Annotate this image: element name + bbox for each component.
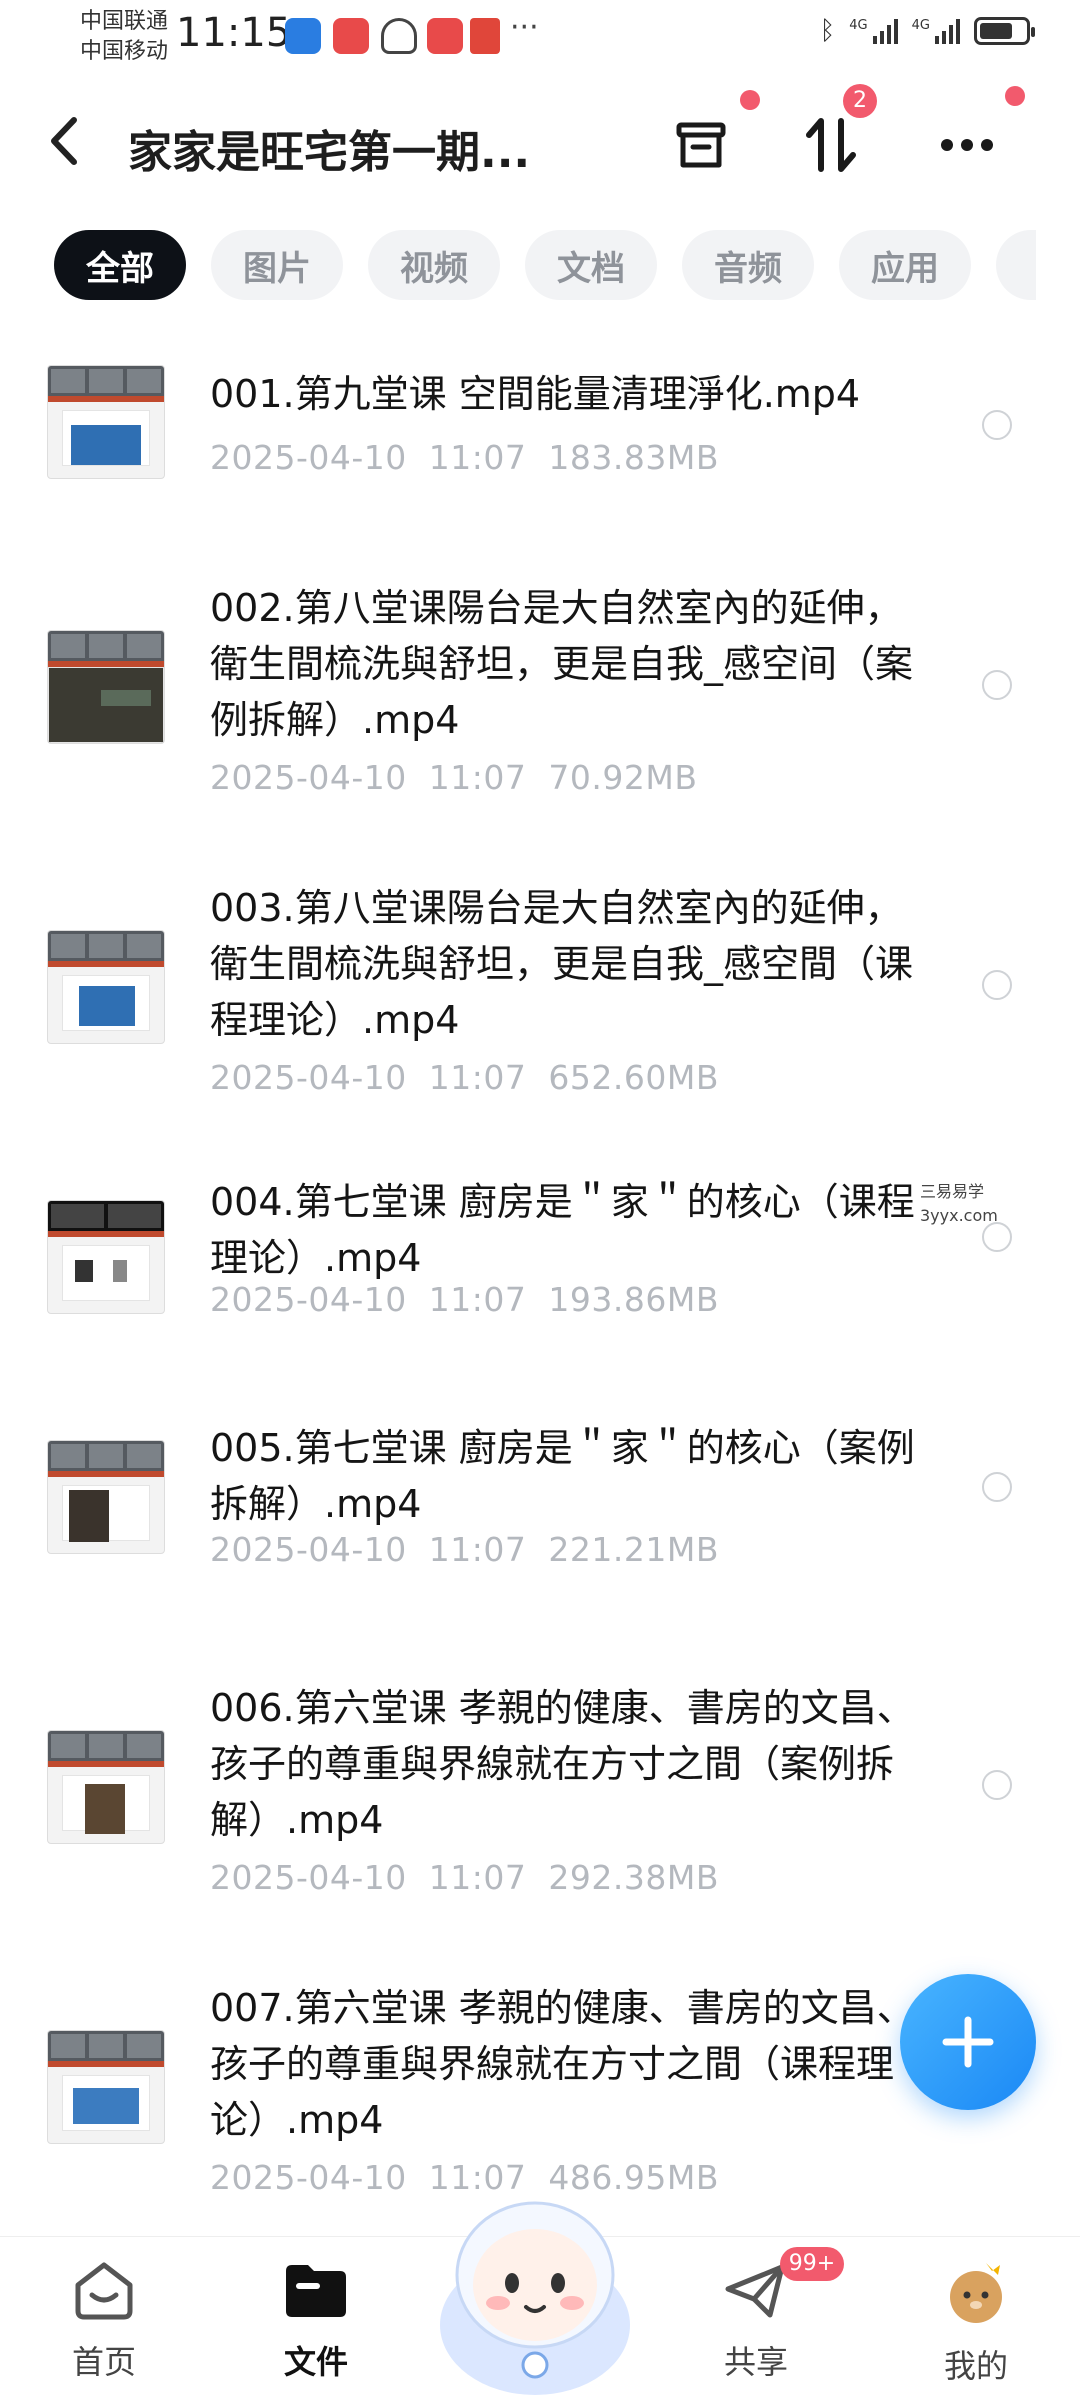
video-thumbnail: [47, 630, 165, 744]
select-radio[interactable]: [982, 410, 1012, 440]
status-icons: ᛒ 4G 4G: [819, 16, 1035, 46]
file-date: 2025-04-10: [210, 1530, 407, 1569]
tab-apps[interactable]: 应用: [839, 230, 971, 300]
file-size: 70.92MB: [548, 758, 698, 797]
avatar-icon: [950, 2263, 1002, 2323]
list-item[interactable]: 003.第八堂课陽台是大自然室內的延伸，衛生間梳洗與舒坦，更是自我_感空間（课程…: [0, 830, 1080, 1110]
select-radio[interactable]: [982, 1770, 1012, 1800]
tab-videos[interactable]: 视频: [368, 230, 500, 300]
page-title: 家家是旺宅第一期...: [128, 127, 531, 178]
file-meta: 2025-04-10 11:07 183.83MB: [210, 438, 741, 477]
file-name: 006.第六堂课 孝親的健康、書房的文昌、孩子的尊重與界線就在方寸之間（案例拆解…: [210, 1686, 915, 1842]
file-type-tabs: 全部 图片 视频 文档 音频 应用: [54, 230, 1036, 300]
transfer-count-badge: 2: [843, 84, 877, 118]
watermark: 三易易学 3yyx.com: [920, 1182, 998, 1225]
back-button[interactable]: [46, 116, 80, 179]
file-time: 11:07: [428, 1280, 527, 1319]
file-meta: 2025-04-10 11:07 221.21MB: [210, 1530, 741, 1569]
file-meta: 2025-04-10 11:07 193.86MB: [210, 1280, 741, 1319]
file-time: 11:07: [428, 758, 527, 797]
bluetooth-icon: ᛒ: [819, 16, 836, 46]
file-size: 292.38MB: [548, 1858, 719, 1897]
archive-notification-dot: [740, 90, 760, 110]
app-notification-icon: [427, 18, 463, 54]
file-time: 11:07: [428, 1858, 527, 1897]
video-thumbnail: [47, 2030, 165, 2144]
tab-all[interactable]: 全部: [54, 230, 186, 300]
file-meta: 2025-04-10 11:07 70.92MB: [210, 758, 719, 797]
video-thumbnail: [47, 930, 165, 1044]
file-meta: 2025-04-10 11:07 652.60MB: [210, 1058, 741, 1097]
transfer-button[interactable]: [796, 110, 866, 180]
list-item[interactable]: 004.第七堂课 廚房是＂家＂的核心（课程理论）.mp4 2025-04-10 1…: [0, 1130, 1080, 1360]
file-time: 11:07: [428, 438, 527, 477]
file-time: 11:07: [428, 1530, 527, 1569]
add-button[interactable]: [900, 1974, 1036, 2110]
more-button[interactable]: [932, 110, 1002, 180]
file-size: 221.21MB: [548, 1530, 719, 1569]
file-name: 002.第八堂课陽台是大自然室內的延伸，衛生間梳洗與舒坦，更是自我_感空间（案例…: [210, 586, 914, 742]
file-size: 183.83MB: [548, 438, 719, 477]
archive-button[interactable]: [666, 110, 736, 180]
tab-audio[interactable]: 音频: [682, 230, 814, 300]
select-radio[interactable]: [982, 1472, 1012, 1502]
file-date: 2025-04-10: [210, 1280, 407, 1319]
battery-icon: [974, 17, 1035, 45]
book-notification-icon: [470, 18, 500, 54]
file-size: 193.86MB: [548, 1280, 719, 1319]
carrier-1: 中国联通: [80, 9, 169, 34]
select-radio[interactable]: [982, 970, 1012, 1000]
app-notification-icon: [381, 18, 417, 54]
file-name: 007.第六堂课 孝親的健康、書房的文昌、孩子的尊重與界線就在方寸之間（课程理论…: [210, 1986, 915, 2142]
file-date: 2025-04-10: [210, 758, 407, 797]
more-notifications-icon: ···: [510, 10, 539, 45]
file-time: 11:07: [428, 1058, 527, 1097]
nav-files[interactable]: 文件: [236, 2259, 396, 2383]
transfer-arrows-icon: [806, 118, 856, 172]
nav-home[interactable]: 首页: [24, 2259, 184, 2383]
list-item[interactable]: 006.第六堂课 孝親的健康、書房的文昌、孩子的尊重與界線就在方寸之間（案例拆解…: [0, 1630, 1080, 1910]
app-notification-icon: [285, 18, 321, 54]
video-thumbnail: [47, 1440, 165, 1554]
status-bar: 中国联通 中国移动 11:15 ··· ᛒ 4G 4G: [0, 0, 1080, 80]
video-thumbnail: [47, 365, 165, 479]
mascot-icon: [440, 2201, 630, 2395]
file-name: 003.第八堂课陽台是大自然室內的延伸，衛生間梳洗與舒坦，更是自我_感空間（课程…: [210, 886, 914, 1042]
file-name: 005.第七堂课 廚房是＂家＂的核心（案例拆解）.mp4: [210, 1426, 915, 1526]
tab-documents[interactable]: 文档: [525, 230, 657, 300]
header: 家家是旺宅第一期... 2: [0, 84, 1080, 200]
video-thumbnail: [47, 1730, 165, 1844]
tab-images[interactable]: 图片: [211, 230, 343, 300]
archive-icon: [676, 122, 726, 168]
file-meta: 2025-04-10 11:07 292.38MB: [210, 1858, 741, 1897]
file-date: 2025-04-10: [210, 1058, 407, 1097]
status-time: 11:15: [176, 10, 292, 56]
select-radio[interactable]: [982, 670, 1012, 700]
plus-icon: [942, 2016, 994, 2068]
carrier-2: 中国移动: [80, 39, 169, 64]
mascot-assistant-button[interactable]: [430, 2175, 640, 2395]
app-notification-icon: [333, 18, 369, 54]
nav-profile[interactable]: 我的: [896, 2259, 1056, 2387]
share-count-badge: 99+: [780, 2247, 844, 2281]
file-name: 004.第七堂课 廚房是＂家＂的核心（课程理论）.mp4: [210, 1180, 915, 1280]
file-date: 2025-04-10: [210, 438, 407, 477]
list-item[interactable]: 002.第八堂课陽台是大自然室內的延伸，衛生間梳洗與舒坦，更是自我_感空间（案例…: [0, 530, 1080, 810]
folder-icon: [286, 2265, 346, 2317]
signal-icon: 4G: [849, 18, 898, 44]
video-thumbnail: [47, 1200, 165, 1314]
file-name: 001.第九堂课 空間能量清理淨化.mp4: [210, 372, 861, 416]
file-size: 652.60MB: [548, 1058, 719, 1097]
file-date: 2025-04-10: [210, 1858, 407, 1897]
tab-more-partial[interactable]: [996, 230, 1036, 300]
list-item[interactable]: 005.第七堂课 廚房是＂家＂的核心（案例拆解）.mp4 2025-04-10 1…: [0, 1380, 1080, 1610]
list-item[interactable]: 001.第九堂课 空間能量清理淨化.mp4 2025-04-10 11:07 183…: [0, 310, 1080, 510]
more-notification-dot: [1005, 86, 1025, 106]
file-date: 2025-04-10: [210, 2158, 407, 2197]
home-icon: [75, 2262, 133, 2320]
signal-icon: 4G: [912, 18, 960, 44]
more-icon: [941, 139, 993, 151]
chevron-left-icon: [51, 117, 77, 165]
